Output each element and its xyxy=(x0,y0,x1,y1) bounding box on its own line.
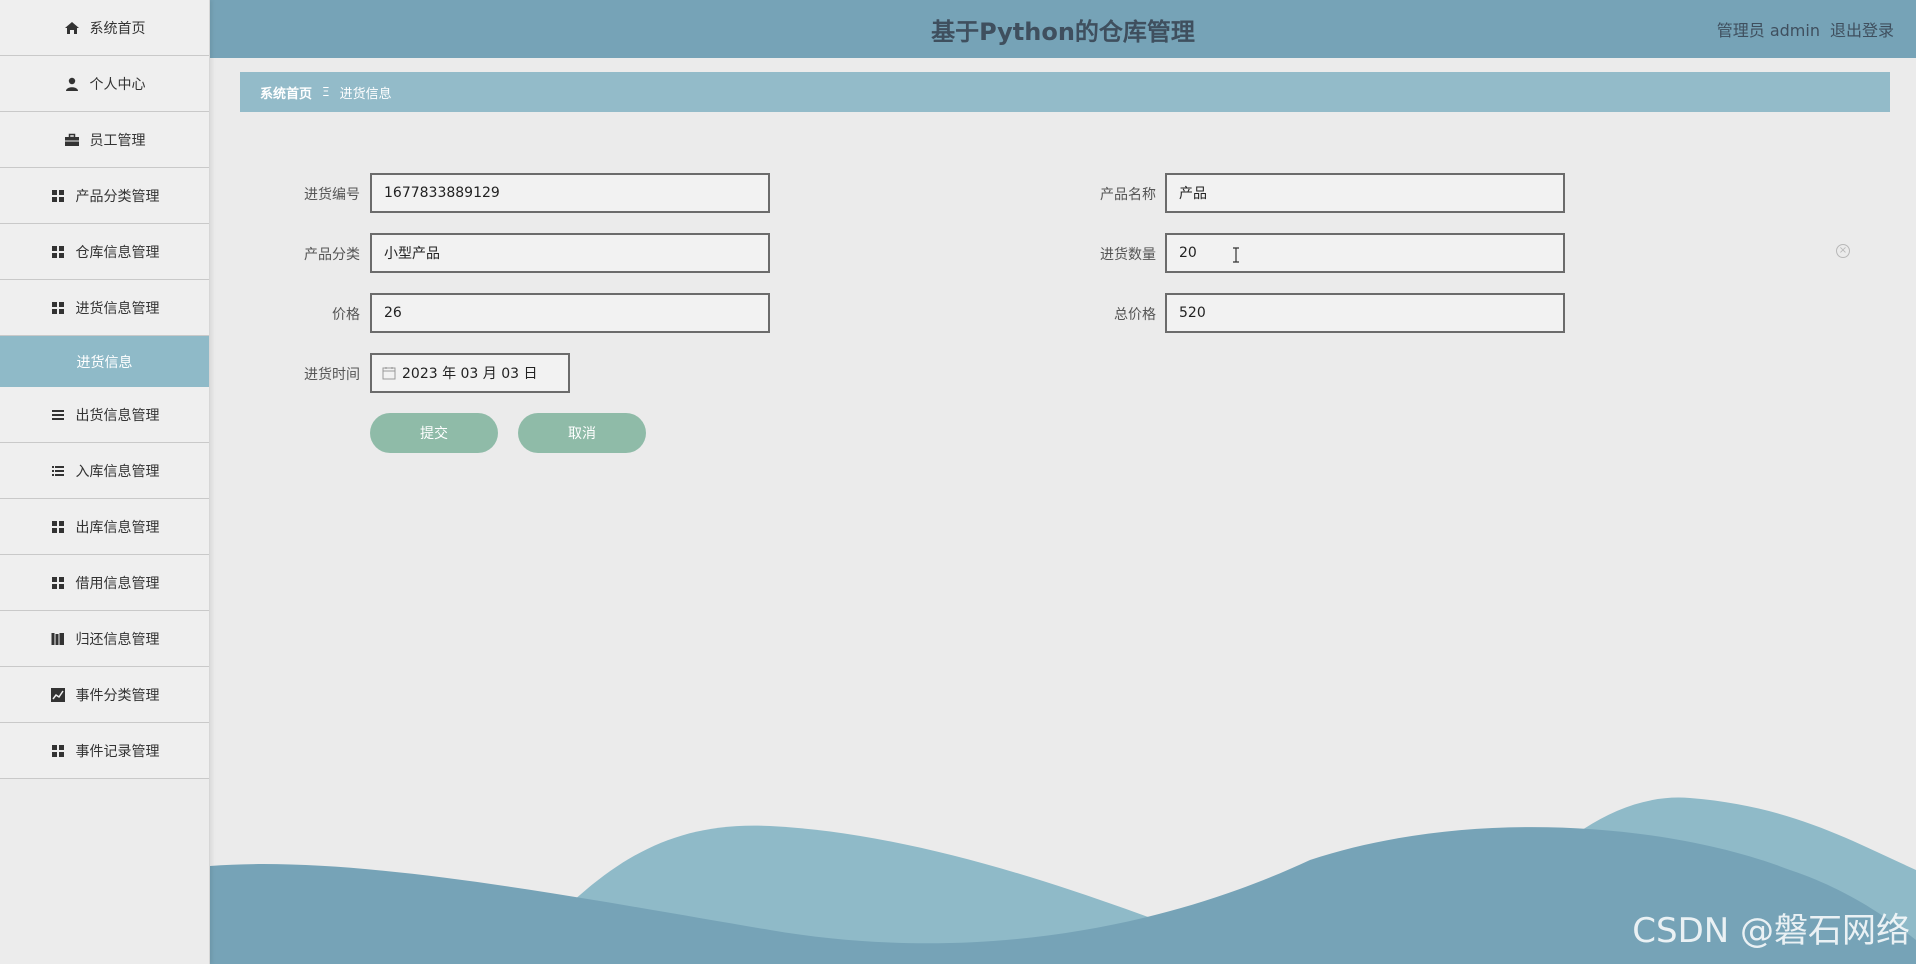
total-price-input[interactable]: 520 xyxy=(1165,293,1565,333)
sidebar-item-label: 借用信息管理 xyxy=(75,575,160,592)
grid-icon xyxy=(50,743,66,759)
sidebar-item-label: 事件记录管理 xyxy=(75,743,160,760)
sidebar-item-event-record[interactable]: 事件记录管理 xyxy=(0,723,209,779)
user-label: 管理员 admin xyxy=(1716,21,1820,40)
books-icon xyxy=(50,631,66,647)
category-label: 产品分类 xyxy=(304,247,360,263)
sidebar-item-personal-center[interactable]: 个人中心 xyxy=(0,56,209,112)
sidebar-item-outbound[interactable]: 出库信息管理 xyxy=(0,499,209,555)
product-name-label: 产品名称 xyxy=(1100,187,1156,203)
total-price-label: 总价格 xyxy=(1114,307,1156,323)
sidebar-subitem-purchase-info[interactable]: 进货信息 xyxy=(0,336,209,387)
breadcrumb-separator: Ξ xyxy=(322,85,330,99)
sidebar-item-label: 员工管理 xyxy=(89,132,146,149)
app-title: 基于Python的仓库管理 xyxy=(931,17,1195,46)
product-name-input[interactable]: 产品 xyxy=(1165,173,1565,213)
purchase-no-label: 进货编号 xyxy=(304,187,360,203)
sidebar-item-event-category[interactable]: 事件分类管理 xyxy=(0,667,209,723)
quantity-label: 进货数量 xyxy=(1100,247,1156,263)
clear-icon[interactable]: × xyxy=(1836,244,1850,258)
sidebar-item-label: 出货信息管理 xyxy=(75,407,160,424)
sidebar-item-home[interactable]: 系统首页 xyxy=(0,0,209,56)
header-user-area: 管理员 admin 退出登录 xyxy=(1717,17,1894,41)
sidebar: 系统首页 个人中心 员工管理 产品分类管理 仓库信息管理 进货信息管理 进货信息 xyxy=(0,0,210,964)
sidebar-item-product-category[interactable]: 产品分类管理 xyxy=(0,168,209,224)
sidebar-item-label: 入库信息管理 xyxy=(75,463,160,480)
grid-icon xyxy=(50,300,66,316)
briefcase-icon xyxy=(64,132,80,148)
price-input[interactable]: 26 xyxy=(370,293,770,333)
quantity-input[interactable]: 20 xyxy=(1165,233,1565,273)
breadcrumb-current: 进货信息 xyxy=(339,86,392,102)
purchase-no-input[interactable]: 1677833889129 xyxy=(370,173,770,213)
logout-link[interactable]: 退出登录 xyxy=(1830,17,1894,41)
sidebar-item-label: 出库信息管理 xyxy=(75,519,160,536)
submit-button[interactable]: 提交 xyxy=(370,413,498,453)
sidebar-item-label: 事件分类管理 xyxy=(75,687,160,704)
grid-icon xyxy=(50,519,66,535)
header-bar: 基于Python的仓库管理 管理员 admin 退出登录 xyxy=(210,0,1916,58)
purchase-time-label: 进货时间 xyxy=(304,367,360,383)
watermark: CSDN @磐石网络 xyxy=(1632,911,1910,951)
breadcrumb: 系统首页 Ξ 进货信息 xyxy=(240,72,1890,112)
sidebar-item-label: 产品分类管理 xyxy=(75,188,160,205)
category-input[interactable]: 小型产品 xyxy=(370,233,770,273)
cancel-button[interactable]: 取消 xyxy=(518,413,646,453)
sidebar-item-return[interactable]: 归还信息管理 xyxy=(0,611,209,667)
sidebar-item-label: 进货信息 xyxy=(76,354,133,371)
purchase-time-value: 2023 年 03 月 03 日 xyxy=(402,366,538,382)
sidebar-item-borrow[interactable]: 借用信息管理 xyxy=(0,555,209,611)
grid-icon xyxy=(50,244,66,260)
sidebar-item-label: 个人中心 xyxy=(89,76,146,93)
sidebar-item-staff[interactable]: 员工管理 xyxy=(0,112,209,168)
sidebar-item-inbound[interactable]: 入库信息管理 xyxy=(0,443,209,499)
purchase-time-picker[interactable]: 2023 年 03 月 03 日 xyxy=(370,353,570,393)
text-cursor-icon xyxy=(1233,247,1239,263)
home-icon xyxy=(64,20,80,36)
sidebar-item-label: 仓库信息管理 xyxy=(75,244,160,261)
user-icon xyxy=(64,76,80,92)
calendar-icon xyxy=(382,367,396,380)
breadcrumb-home[interactable]: 系统首页 xyxy=(260,83,312,102)
sidebar-item-label: 归还信息管理 xyxy=(75,631,160,648)
grid-icon xyxy=(50,188,66,204)
list-icon xyxy=(50,463,66,479)
sidebar-item-label: 系统首页 xyxy=(89,20,146,37)
list-icon xyxy=(50,407,66,423)
sidebar-item-purchase[interactable]: 进货信息管理 xyxy=(0,280,209,336)
price-label: 价格 xyxy=(332,307,360,323)
chart-icon xyxy=(50,687,66,703)
sidebar-item-warehouse[interactable]: 仓库信息管理 xyxy=(0,224,209,280)
grid-icon xyxy=(50,575,66,591)
sidebar-item-label: 进货信息管理 xyxy=(75,300,160,317)
sidebar-item-shipment[interactable]: 出货信息管理 xyxy=(0,387,209,443)
